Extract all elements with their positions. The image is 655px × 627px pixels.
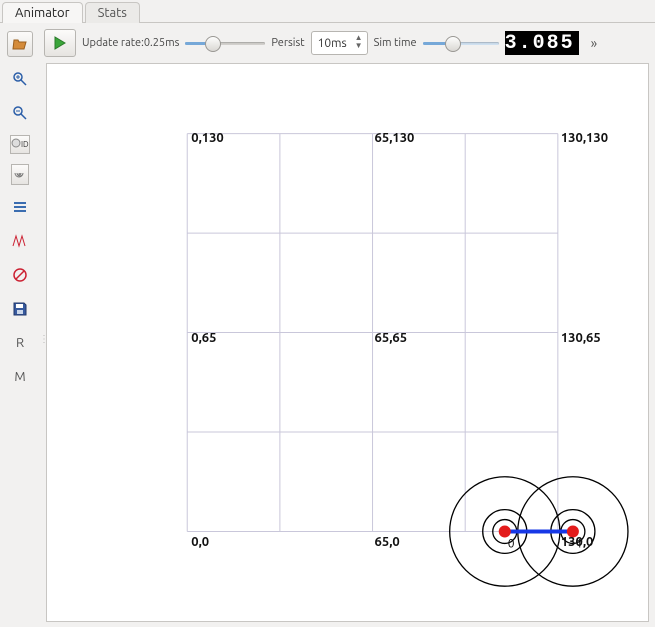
zoom-out-icon: [12, 105, 28, 121]
no-entry-icon: [13, 268, 27, 282]
persist-label: Persist: [271, 37, 304, 49]
save-button[interactable]: [8, 297, 32, 321]
grid-label-mc: 65,65: [375, 331, 408, 345]
grid-label-bc: 65,0: [375, 535, 400, 549]
zoom-in-icon: [12, 71, 28, 87]
tab-animator[interactable]: Animator: [2, 2, 83, 23]
play-icon: [53, 36, 67, 50]
id-toggle-button[interactable]: ID: [10, 135, 30, 154]
canvas-svg: 0 1: [47, 64, 648, 621]
toolbar: Update rate:0.25ms Persist 10ms ▲ ▼ Sim …: [40, 23, 655, 63]
spiral-icon: [12, 165, 28, 181]
svg-text:ID: ID: [21, 140, 29, 149]
zoom-out-button[interactable]: [8, 101, 32, 125]
layers-icon: [12, 201, 28, 213]
chevron-right-icon: »: [591, 35, 598, 51]
grid-label-bl: 0,0: [191, 535, 209, 549]
toolbar-row: Update rate:0.25ms Persist 10ms ▲ ▼ Sim …: [0, 23, 655, 63]
mode-button[interactable]: M: [8, 365, 32, 389]
update-rate-slider[interactable]: [185, 35, 265, 51]
node-a: [499, 526, 511, 538]
mode-label: M: [14, 370, 25, 384]
persist-spinner[interactable]: 10ms ▲ ▼: [311, 31, 368, 55]
tab-label: Animator: [15, 6, 70, 20]
reset-label: R: [16, 336, 24, 350]
floppy-icon: [13, 302, 27, 316]
tab-stats[interactable]: Stats: [85, 2, 140, 23]
tab-label: Stats: [98, 6, 127, 20]
tab-bar: Animator Stats: [0, 0, 655, 23]
zoom-in-button[interactable]: [8, 67, 32, 91]
chevron-down-icon[interactable]: ▼: [353, 43, 365, 51]
content-row: ID: [0, 63, 655, 627]
grid-label-tr: 130,130: [561, 131, 608, 145]
node-a-id: 0: [508, 537, 515, 550]
grid-label-tc: 65,130: [375, 131, 415, 145]
reset-button[interactable]: R: [8, 331, 32, 355]
new-view-button[interactable]: [7, 31, 33, 57]
sim-time-display: 3.085: [505, 31, 579, 55]
update-rate-label: Update rate:0.25ms: [82, 37, 179, 49]
grid-label-tl: 0,130: [191, 131, 224, 145]
folder-icon: [12, 36, 28, 52]
trails-button[interactable]: [11, 164, 29, 185]
sim-canvas[interactable]: 0 1 0,130 65,130 130,130 0,65 65,65 130,…: [46, 63, 649, 622]
toolbar-overflow-button[interactable]: »: [585, 35, 604, 51]
sim-time-label: Sim time: [374, 37, 417, 49]
signal-icon: [12, 234, 28, 248]
disable-button[interactable]: [8, 263, 32, 287]
sim-time-slider[interactable]: [423, 35, 499, 51]
id-icon: ID: [11, 136, 29, 150]
left-gutter-top: [0, 23, 40, 63]
spinner-arrows[interactable]: ▲ ▼: [353, 35, 365, 51]
grid-label-ml: 0,65: [191, 331, 216, 345]
signal-button[interactable]: [8, 229, 32, 253]
side-toolbar: ID: [0, 63, 40, 627]
grid-label-br: 130,0: [561, 535, 594, 549]
layers-button[interactable]: [8, 195, 32, 219]
persist-value: 10ms: [318, 37, 347, 50]
play-button[interactable]: [44, 29, 76, 57]
grid-label-mr: 130,65: [561, 331, 601, 345]
